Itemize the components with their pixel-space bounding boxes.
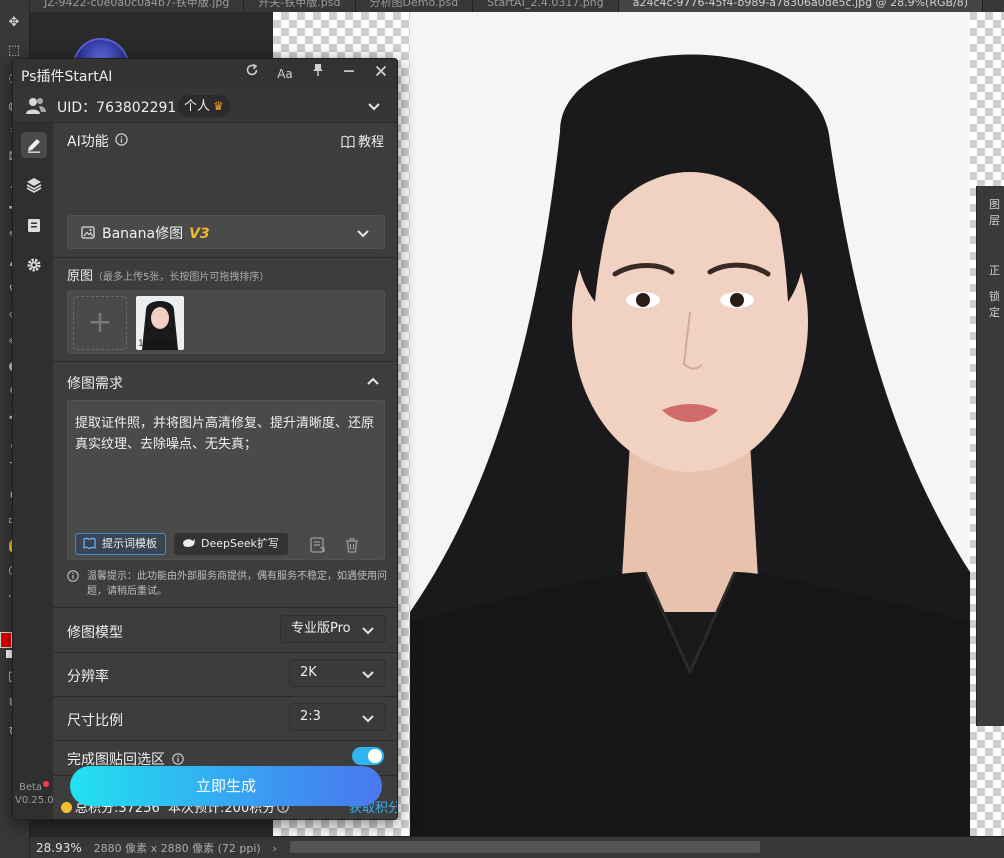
user-id: UID：763802291 [57, 100, 177, 116]
resolution-select[interactable]: 2K [289, 659, 386, 687]
service-tip: 温馨提示：此功能由外部服务商提供，偶有服务不稳定，如遇使用问题，请稍后重试。 [67, 569, 391, 599]
version-number: V0.25.0 [15, 795, 54, 806]
crown-icon: ♛ [213, 99, 224, 113]
divider [53, 607, 397, 608]
clipboard-icon[interactable] [21, 212, 47, 238]
minimize-icon[interactable] [338, 63, 360, 85]
pin-icon[interactable] [307, 63, 329, 85]
prompt-template-button[interactable]: 提示词模板 [75, 533, 166, 555]
document-tabs: JZ-9422-c0e0a0c0a4b7-铁甲版.jpg 开关-铁甲版.psd 分析… [30, 0, 1004, 12]
doc-tab-active[interactable]: a24c4c-9776-45f4-b989-a78306a0de5c.jpg @… [618, 0, 984, 12]
image-edit-icon [81, 226, 95, 239]
user-bar: UID：763802291 个人 ♛ [13, 89, 397, 123]
source-label: 原图 [67, 269, 94, 284]
book-icon [83, 537, 96, 550]
refresh-icon[interactable] [241, 63, 263, 85]
prompt-template-label: 提示词模板 [102, 537, 157, 550]
ai-function-label: AI功能 [67, 134, 109, 150]
chevron-down-icon [362, 715, 374, 723]
doc-tab[interactable]: 分析图Demo.psd [356, 0, 474, 12]
divider [53, 257, 397, 258]
tutorial-label: 教程 [358, 135, 385, 150]
whale-icon [183, 539, 195, 547]
plugin-sidebar: Beta V0.25.0 [13, 123, 54, 819]
horizontal-scrollbar[interactable] [290, 841, 760, 853]
settings-gear-icon[interactable] [21, 252, 47, 278]
doc-tab[interactable]: StartAI_2.4.0317.png [473, 0, 619, 12]
layers-panel-title[interactable]: 图层 [989, 196, 1004, 228]
request-text: 提取证件照，并将图片高清修复、提升清晰度、还原真实纹理、去除噪点、无失真； [75, 416, 375, 452]
users-icon [25, 96, 47, 116]
chevron-down-icon[interactable] [367, 99, 381, 113]
ratio-value: 2:3 [300, 709, 321, 724]
divider [53, 740, 397, 741]
version-label: Beta V0.25.0 [15, 781, 54, 807]
info-icon[interactable] [172, 753, 185, 765]
ai-function-select[interactable]: Banana修图 V3 [67, 215, 385, 249]
lock-label: 锁定 [989, 290, 1000, 319]
tutorial-link[interactable]: 教程 [341, 131, 384, 150]
thumbnail-index: 1 [138, 339, 144, 349]
divider [53, 361, 397, 362]
ratio-select[interactable]: 2:3 [289, 703, 386, 731]
resolution-label: 分辨率 [67, 669, 109, 685]
source-image-label: 原图（最多上传5张，长按图片可拖拽排序） [67, 265, 269, 284]
info-icon[interactable] [115, 133, 128, 146]
blend-mode-select[interactable]: 正 [989, 262, 1000, 278]
model-label: 修图模型 [67, 625, 123, 641]
trash-icon[interactable] [343, 536, 361, 554]
zoom-level[interactable]: 28.93% [36, 841, 82, 855]
model-version-tag: V3 [189, 226, 210, 242]
deepseek-expand-button[interactable]: DeepSeek扩写 [174, 533, 288, 555]
toggle-knob [368, 749, 382, 763]
divider [53, 652, 397, 653]
request-label: 修图需求 [67, 376, 123, 392]
model-select[interactable]: 专业版Pro [280, 615, 386, 643]
request-textarea[interactable]: 提取证件照，并将图片高清修复、提升清晰度、还原真实纹理、去除噪点、无失真； 提示… [67, 400, 385, 560]
plugin-titlebar[interactable]: Ps插件StartAI Aa [13, 59, 397, 89]
resolution-value: 2K [300, 665, 317, 680]
plan-badge-label: 个人 [184, 99, 211, 114]
model-name: Banana修图 [102, 226, 184, 242]
info-icon [67, 570, 79, 582]
doc-tab[interactable]: 开关-铁甲版.psd [244, 0, 356, 12]
deepseek-label: DeepSeek扩写 [201, 537, 279, 550]
startai-plugin-panel: Ps插件StartAI Aa UID：763802291 个人 ♛ Beta V… [12, 58, 398, 820]
divider [53, 696, 397, 697]
service-tip-text: 温馨提示：此功能由外部服务商提供，偶有服务不稳定，如遇使用问题，请稍后重试。 [87, 571, 387, 597]
move-tool-icon[interactable]: ✥ [4, 14, 24, 32]
model-select-value: 专业版Pro [291, 621, 351, 636]
paste-icon[interactable] [309, 536, 327, 554]
uploaded-thumbnail[interactable]: 1 [136, 296, 184, 350]
plugin-title: Ps插件StartAI [21, 69, 113, 85]
plan-badge[interactable]: 个人 ♛ [178, 95, 230, 117]
document-info: 2880 像素 x 2880 像素 (72 ppi) [93, 842, 261, 855]
font-size-icon[interactable]: Aa [274, 63, 296, 85]
chevron-down-icon [362, 627, 374, 635]
generate-button[interactable]: 立即生成 [70, 766, 382, 806]
layers-icon[interactable] [21, 172, 47, 198]
paste-back-toggle[interactable] [352, 747, 384, 765]
ai-function-value: Banana修图 V3 [102, 223, 210, 243]
layers-panel: 图层 正 锁定 [976, 186, 1004, 726]
update-dot [43, 781, 50, 787]
coin-icon [61, 802, 72, 813]
ratio-label: 尺寸比例 [67, 713, 123, 729]
book-icon [341, 135, 355, 149]
chevron-down-icon [357, 230, 369, 238]
close-icon[interactable] [370, 63, 392, 85]
status-more-icon[interactable]: › [273, 842, 277, 855]
portrait-photo [410, 12, 970, 836]
doc-tab[interactable]: JZ-9422-c0e0a0c0a4b7-铁甲版.jpg [30, 0, 245, 12]
source-hint: （最多上传5张，长按图片可拖拽排序） [93, 272, 270, 283]
chevron-down-icon [362, 671, 374, 679]
chevron-up-icon[interactable] [366, 375, 380, 389]
plugin-content: AI功能 教程 Banana修图 V3 原图（最多上传5张，长按图片可拖拽排序） … [53, 123, 397, 819]
beta-label: Beta [18, 782, 43, 793]
edit-icon[interactable] [21, 132, 47, 158]
add-image-button[interactable]: + [73, 296, 127, 350]
foreground-color-swatch[interactable] [0, 632, 12, 648]
source-image-box: + 1 [67, 290, 385, 354]
